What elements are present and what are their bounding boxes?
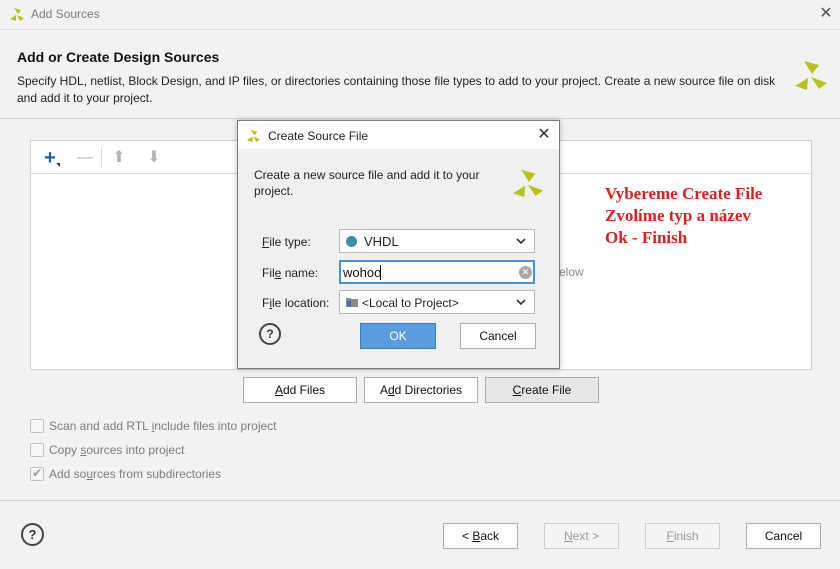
move-up-icon[interactable]: ⬆ xyxy=(108,147,130,169)
next-button[interactable]: Next > xyxy=(544,523,619,549)
add-directories-label-post: d Directories xyxy=(394,383,463,397)
back-label-post: ack xyxy=(480,529,500,543)
panel-hint-text: elow xyxy=(559,265,584,279)
dialog-titlebar: Create Source File ✕ xyxy=(238,121,559,149)
create-file-label-post: reate File xyxy=(521,383,572,397)
scan-rtl-label-post: nclude files into project xyxy=(154,419,277,433)
add-directories-button[interactable]: Add Directories xyxy=(364,377,478,403)
copy-sources-checkbox[interactable] xyxy=(30,443,44,457)
create-file-button[interactable]: Create File xyxy=(485,377,599,403)
window-titlebar: Add Sources ✕ xyxy=(0,0,840,29)
next-label-post: ext > xyxy=(572,529,600,543)
checkmark-icon: ✔ xyxy=(32,466,43,480)
next-label-key: N xyxy=(563,529,573,543)
scan-rtl-label: Scan and add RTL include files into proj… xyxy=(49,419,277,433)
copy-sources-label: Copy sources into project xyxy=(49,443,184,457)
finish-button[interactable]: Finish xyxy=(645,523,720,549)
clear-input-icon[interactable]: ✕ xyxy=(519,266,532,279)
add-files-label-key: A xyxy=(274,383,283,397)
finish-label-post: inish xyxy=(673,529,699,543)
vivado-logo-icon xyxy=(10,8,24,21)
file-location-label-rest: le location: xyxy=(272,296,330,310)
scan-rtl-checkbox[interactable] xyxy=(30,419,44,433)
add-subdirs-label: Add sources from subdirectories xyxy=(49,467,221,481)
file-type-label-rest: ile type: xyxy=(269,235,311,249)
file-name-label-rest: name: xyxy=(281,266,319,280)
vivado-logo-icon xyxy=(513,169,543,197)
cancel-button[interactable]: Cancel xyxy=(746,523,821,549)
dialog-description: Create a new source file and add it to y… xyxy=(254,168,480,198)
chevron-down-icon xyxy=(514,232,528,253)
vivado-logo-icon xyxy=(795,61,827,90)
page-heading: Add or Create Design Sources xyxy=(17,49,220,65)
vhdl-file-icon xyxy=(346,236,357,247)
file-type-select[interactable]: VHDL xyxy=(339,229,535,253)
add-subdirs-label-pre: Add so xyxy=(49,467,87,481)
add-dropdown-indicator-icon xyxy=(56,163,60,167)
add-files-button[interactable]: Add Files xyxy=(243,377,357,403)
move-down-icon[interactable]: ⬇ xyxy=(143,147,165,169)
create-source-file-dialog: Create Source File ✕ Create a new source… xyxy=(237,120,560,369)
back-label-pre: < xyxy=(461,529,473,543)
chevron-down-icon xyxy=(514,293,528,314)
file-location-value: <Local to Project> xyxy=(362,296,459,310)
add-files-label-post: dd Files xyxy=(282,383,326,397)
dialog-cancel-button[interactable]: Cancel xyxy=(460,323,536,349)
finish-label-key: F xyxy=(666,529,674,543)
copy-sources-label-post: ources into project xyxy=(86,443,185,457)
footer-divider xyxy=(0,500,840,501)
ok-button[interactable]: OK xyxy=(360,323,436,349)
vivado-logo-icon xyxy=(246,129,261,143)
file-type-label: File type: xyxy=(262,235,311,249)
window-close-icon[interactable]: ✕ xyxy=(816,4,836,24)
annotation-text: Vybereme Create File Zvolíme typ a název… xyxy=(605,183,762,249)
file-location-label: File location: xyxy=(262,296,329,310)
add-subdirs-label-post: rces from subdirectories xyxy=(93,467,222,481)
annotation-line-1: Vybereme Create File xyxy=(605,184,763,203)
dialog-title: Create Source File xyxy=(268,129,369,143)
titlebar-divider xyxy=(0,29,840,30)
copy-sources-label-pre: Copy xyxy=(49,443,81,457)
file-name-input[interactable]: wohoo ✕ xyxy=(339,260,535,284)
back-button[interactable]: < Back xyxy=(443,523,518,549)
file-name-label-pre: Fil xyxy=(262,266,275,280)
add-directories-label-key: d xyxy=(387,383,395,397)
create-file-label-key: C xyxy=(512,383,522,397)
scan-rtl-label-pre: Scan and add RTL xyxy=(49,419,152,433)
window-title: Add Sources xyxy=(31,7,100,21)
dialog-help-icon[interactable]: ? xyxy=(259,323,281,345)
annotation-line-2: Zvolíme typ a název xyxy=(605,206,751,225)
header-divider xyxy=(0,118,840,119)
folder-icon xyxy=(346,298,358,307)
page-description: Specify HDL, netlist, Block Design, and … xyxy=(17,74,776,105)
add-subdirs-checkbox[interactable]: ✔ xyxy=(30,466,44,481)
file-name-label: File name: xyxy=(262,266,318,280)
dialog-close-icon[interactable]: ✕ xyxy=(534,125,554,145)
annotation-line-3: Ok - Finish xyxy=(605,228,688,247)
file-type-value: VHDL xyxy=(364,234,399,249)
add-directories-label-pre: A xyxy=(379,383,388,397)
remove-source-icon[interactable]: — xyxy=(74,147,96,169)
file-location-select[interactable]: <Local to Project> xyxy=(339,290,535,314)
toolbar-separator xyxy=(101,147,102,167)
text-caret xyxy=(380,265,381,280)
help-icon[interactable]: ? xyxy=(21,523,44,546)
file-name-value: wohoo xyxy=(343,265,382,280)
